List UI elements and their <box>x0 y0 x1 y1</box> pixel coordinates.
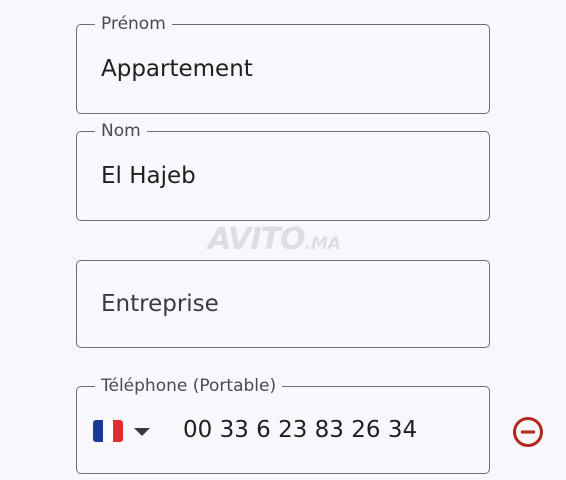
flag-stripe-white <box>103 420 113 442</box>
watermark-suffix: .MA <box>304 234 342 254</box>
watermark-main: AVITO <box>208 222 306 257</box>
remove-circle-icon[interactable] <box>512 416 544 448</box>
company-field[interactable]: Entreprise <box>76 260 490 348</box>
phone-value[interactable]: 00 33 6 23 83 26 34 <box>183 387 417 473</box>
first-name-field[interactable]: Prénom Appartement <box>76 14 490 114</box>
company-placeholder[interactable]: Entreprise <box>101 261 219 347</box>
france-flag-icon[interactable] <box>93 420 123 442</box>
phone-field[interactable]: Téléphone (Portable) 00 33 6 23 83 26 34 <box>76 376 490 474</box>
flag-stripe-blue <box>93 420 103 442</box>
last-name-field[interactable]: Nom El Hajeb <box>76 121 490 221</box>
last-name-value[interactable]: El Hajeb <box>101 132 196 220</box>
avito-watermark: AVITO.MA <box>208 222 341 257</box>
flag-stripe-red <box>113 420 123 442</box>
caret-down-icon[interactable] <box>134 428 150 436</box>
first-name-value[interactable]: Appartement <box>101 25 253 113</box>
